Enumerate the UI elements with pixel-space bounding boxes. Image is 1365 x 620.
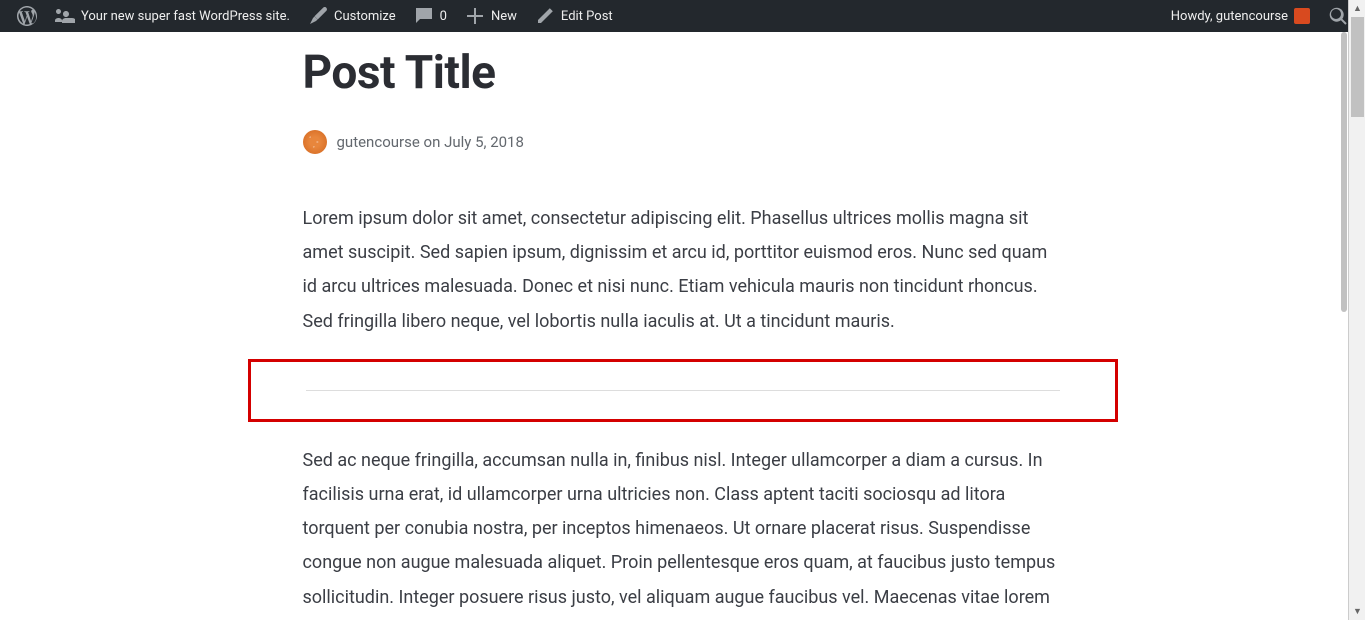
scroll-up-button[interactable]: ▲: [1349, 0, 1365, 17]
post-body: Lorem ipsum dolor sit amet, consectetur …: [303, 202, 1063, 620]
wp-logo-menu[interactable]: [8, 0, 46, 32]
plus-icon: [465, 6, 485, 26]
customize-label: Customize: [334, 9, 396, 24]
avatar: [1294, 8, 1310, 24]
post-meta: gutencourse on July 5, 2018: [303, 130, 1063, 154]
wp-admin-bar: Your new super fast WordPress site. Cust…: [0, 0, 1365, 32]
customize-link[interactable]: Customize: [299, 0, 405, 32]
brush-icon: [308, 6, 328, 26]
separator-highlight: [248, 359, 1118, 422]
dashboard-icon: [55, 6, 75, 26]
comment-count: 0: [440, 9, 447, 24]
paragraph-1: Lorem ipsum dolor sit amet, consectetur …: [303, 202, 1063, 339]
window-scrollbar[interactable]: ▲ ▼: [1348, 0, 1365, 620]
post-title: Post Title: [303, 46, 1063, 100]
separator-block[interactable]: [306, 390, 1060, 391]
scroll-down-button[interactable]: ▼: [1349, 603, 1365, 620]
comment-icon: [414, 6, 434, 26]
admin-bar-left: Your new super fast WordPress site. Cust…: [8, 0, 622, 32]
author-avatar[interactable]: [303, 130, 327, 154]
comments-link[interactable]: 0: [405, 0, 456, 32]
new-label: New: [491, 9, 517, 24]
edit-post-label: Edit Post: [561, 9, 613, 24]
search-icon: [1328, 6, 1348, 26]
howdy-text: Howdy, gutencourse: [1171, 9, 1288, 24]
edit-post-link[interactable]: Edit Post: [526, 0, 622, 32]
post-byline: gutencourse on July 5, 2018: [337, 133, 524, 151]
post-article: Post Title gutencourse on July 5, 2018 L…: [303, 46, 1063, 620]
page-content: Post Title gutencourse on July 5, 2018 L…: [0, 32, 1365, 620]
my-account-menu[interactable]: Howdy, gutencourse: [1162, 0, 1319, 32]
site-name-menu[interactable]: Your new super fast WordPress site.: [46, 0, 299, 32]
content-scrollbar[interactable]: [1340, 32, 1348, 620]
site-title-text: Your new super fast WordPress site.: [81, 9, 290, 24]
content-scrollbar-thumb[interactable]: [1341, 32, 1347, 312]
admin-bar-right: Howdy, gutencourse: [1162, 0, 1357, 32]
wordpress-logo-icon: [17, 6, 37, 26]
new-content-menu[interactable]: New: [456, 0, 526, 32]
window-scrollbar-thumb[interactable]: [1351, 17, 1364, 117]
paragraph-2: Sed ac neque fringilla, accumsan nulla i…: [303, 444, 1063, 620]
pencil-icon: [535, 6, 555, 26]
